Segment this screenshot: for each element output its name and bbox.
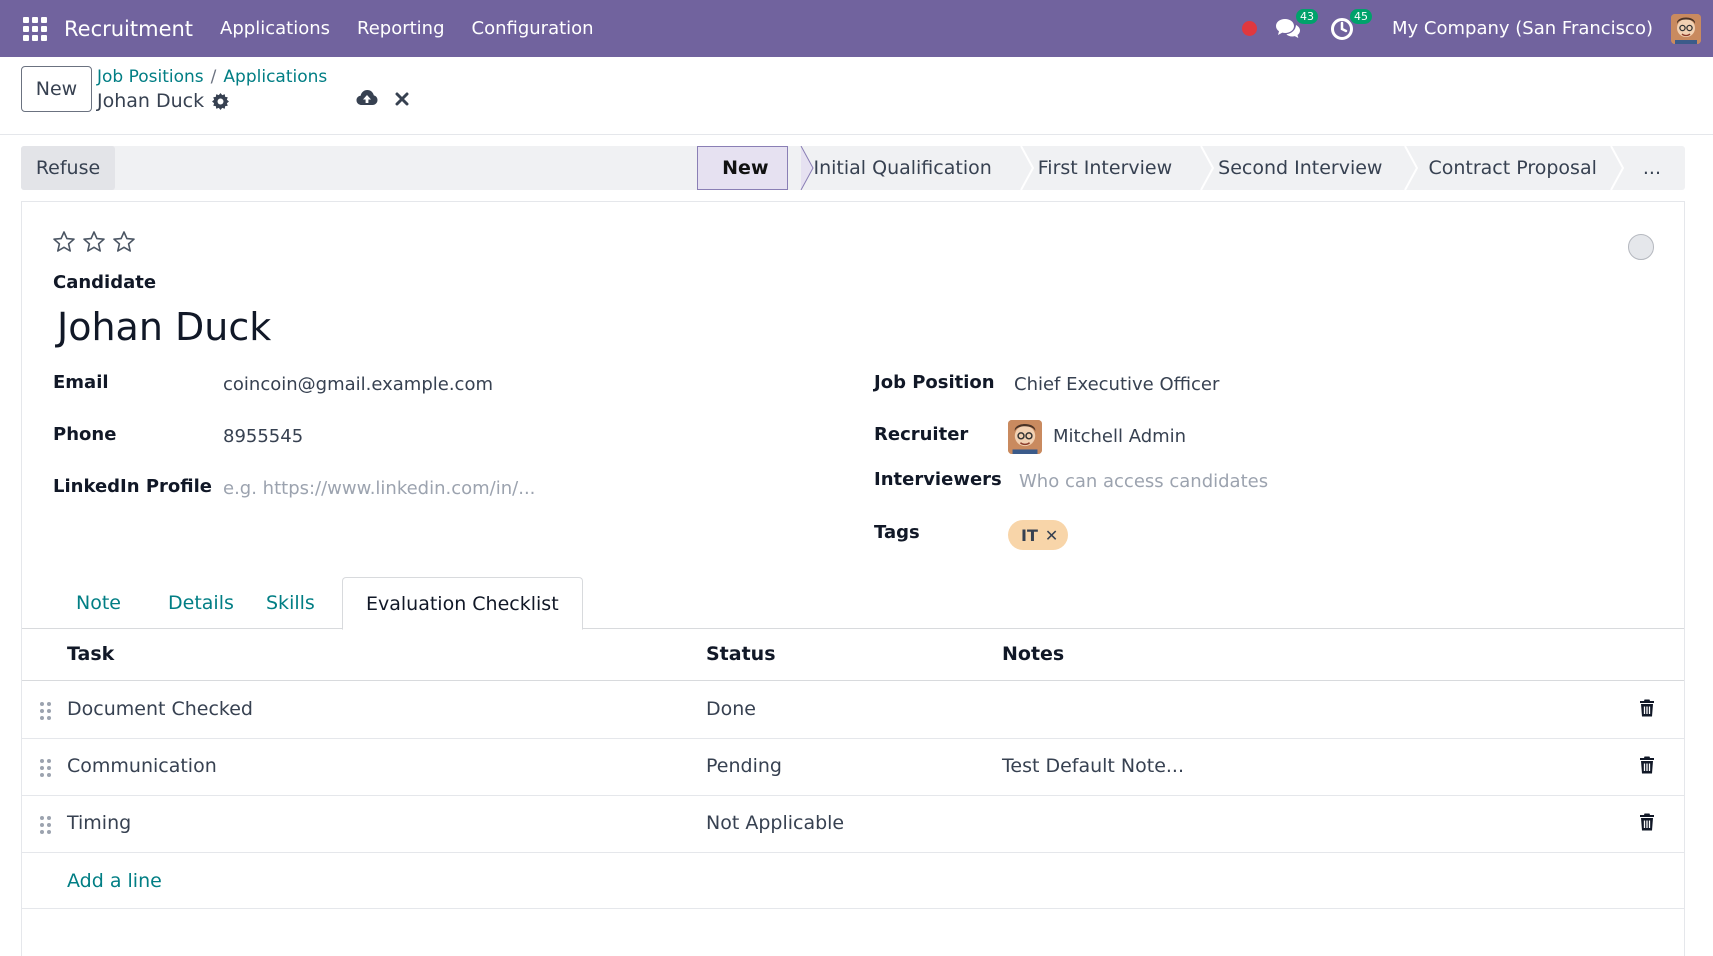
refuse-button[interactable]: Refuse xyxy=(21,146,115,190)
delete-row-trash-icon[interactable] xyxy=(1639,699,1655,721)
drag-handle-icon[interactable] xyxy=(40,759,51,777)
navbar-systray: 43 45 My Company (San Francisco) xyxy=(1242,0,1713,57)
app-name[interactable]: Recruitment xyxy=(64,17,193,41)
delete-row-trash-icon[interactable] xyxy=(1639,756,1655,778)
priority-stars xyxy=(52,230,136,254)
linkedin-field[interactable]: e.g. https://www.linkedin.com/in/... xyxy=(223,478,535,499)
drag-handle-icon[interactable] xyxy=(40,702,51,720)
notebook-tabs: Note Details Skills Evaluation Checklist xyxy=(22,577,1684,630)
row-task: Document Checked xyxy=(67,698,253,720)
save-cloud-icon[interactable] xyxy=(356,89,378,111)
drag-handle-icon[interactable] xyxy=(40,816,51,834)
job-position-label: Job Position xyxy=(874,372,995,393)
messages-badge: 43 xyxy=(1296,8,1319,24)
tab-skills-label: Skills xyxy=(266,592,315,614)
job-position-field[interactable]: Chief Executive Officer xyxy=(1014,374,1219,395)
stage-first-interview-label: First Interview xyxy=(1037,157,1173,179)
row-status: Not Applicable xyxy=(706,812,845,834)
recruiter-avatar-icon xyxy=(1008,420,1042,454)
tab-note[interactable]: Note xyxy=(53,577,144,629)
stage-new-label: New xyxy=(722,157,769,179)
stage-more-label: ... xyxy=(1642,157,1661,179)
email-field[interactable]: coincoin@gmail.example.com xyxy=(223,374,493,395)
record-name: Johan Duck xyxy=(97,90,205,112)
messages-button[interactable]: 43 xyxy=(1274,8,1319,43)
stage-second-interview-label: Second Interview xyxy=(1218,157,1383,179)
stage-initial-qualification[interactable]: Initial Qualification xyxy=(788,146,1012,190)
breadcrumb: Job Positions / Applications xyxy=(97,67,327,87)
recruiter-avatar xyxy=(1008,420,1042,454)
delete-row-trash-icon[interactable] xyxy=(1639,813,1655,835)
menu-applications[interactable]: Applications xyxy=(220,18,330,39)
form-sheet: Candidate Johan Duck Email coincoin@gmai… xyxy=(21,201,1685,956)
list-bottom-divider xyxy=(22,908,1684,909)
star-icon-2[interactable] xyxy=(82,230,106,254)
email-label: Email xyxy=(53,372,109,393)
company-switcher[interactable]: My Company (San Francisco) xyxy=(1392,18,1653,39)
stage-first-interview[interactable]: First Interview xyxy=(1012,146,1192,190)
record-title: Johan Duck xyxy=(97,90,230,112)
top-navbar: Recruitment Applications Reporting Confi… xyxy=(0,0,1713,57)
phone-label: Phone xyxy=(53,424,117,445)
row-status: Pending xyxy=(706,755,782,777)
recruiter-label: Recruiter xyxy=(874,424,969,445)
breadcrumb-applications[interactable]: Applications xyxy=(223,67,327,87)
row-notes: Test Default Note... xyxy=(1002,755,1185,777)
new-button[interactable]: New xyxy=(21,66,92,112)
checklist-header: Task Status Notes xyxy=(22,629,1684,681)
interviewers-field[interactable]: Who can access candidates xyxy=(1019,471,1268,492)
tab-details-label: Details xyxy=(168,592,234,614)
tag-label: IT xyxy=(1021,525,1038,545)
status-bar: Refuse New Initial Qualification First I… xyxy=(21,146,1685,190)
kanban-state-circle[interactable] xyxy=(1628,234,1654,260)
candidate-name-field[interactable]: Johan Duck xyxy=(57,305,271,349)
row-status: Done xyxy=(706,698,756,720)
breadcrumb-separator: / xyxy=(210,67,217,87)
tab-note-label: Note xyxy=(76,592,121,614)
add-line-link[interactable]: Add a line xyxy=(67,870,162,892)
stage-more-dropdown[interactable]: ... xyxy=(1617,146,1685,190)
stage-contract-proposal-label: Contract Proposal xyxy=(1428,157,1597,179)
apps-grid-icon[interactable] xyxy=(23,16,47,41)
tab-evaluation-checklist[interactable]: Evaluation Checklist xyxy=(342,577,583,630)
row-task: Communication xyxy=(67,755,217,777)
linkedin-label: LinkedIn Profile xyxy=(53,476,212,497)
table-row[interactable]: Communication Pending Test Default Note.… xyxy=(22,739,1684,796)
activities-badge: 45 xyxy=(1350,8,1373,24)
menu-configuration[interactable]: Configuration xyxy=(472,18,594,39)
star-icon-3[interactable] xyxy=(112,230,136,254)
stage-contract-proposal[interactable]: Contract Proposal xyxy=(1402,146,1616,190)
menu-reporting[interactable]: Reporting xyxy=(357,18,445,39)
column-status[interactable]: Status xyxy=(706,643,776,665)
recruiter-field[interactable]: Mitchell Admin xyxy=(1053,426,1186,447)
stage-new[interactable]: New xyxy=(697,146,788,190)
tab-evaluation-checklist-label: Evaluation Checklist xyxy=(366,592,559,615)
phone-field[interactable]: 8955545 xyxy=(223,426,303,447)
tags-label: Tags xyxy=(874,522,920,543)
stage-pipeline: New Initial Qualification First Intervie… xyxy=(697,146,1685,190)
recording-dot-icon[interactable] xyxy=(1242,21,1258,36)
remove-tag-icon[interactable]: ✕ xyxy=(1045,526,1058,545)
tag-badge-it: IT ✕ xyxy=(1008,520,1069,550)
column-task[interactable]: Task xyxy=(67,643,114,665)
candidate-label: Candidate xyxy=(53,272,157,293)
discard-close-icon[interactable] xyxy=(395,91,409,110)
table-row[interactable]: Timing Not Applicable xyxy=(22,796,1684,853)
gear-icon[interactable] xyxy=(212,92,230,110)
breadcrumb-job-positions[interactable]: Job Positions xyxy=(97,67,204,87)
user-avatar[interactable] xyxy=(1671,13,1701,44)
row-task: Timing xyxy=(67,812,132,834)
table-row[interactable]: Document Checked Done xyxy=(22,682,1684,739)
stage-initial-qualification-label: Initial Qualification xyxy=(813,157,992,179)
column-notes[interactable]: Notes xyxy=(1002,643,1064,665)
interviewers-label: Interviewers xyxy=(874,469,1002,490)
user-avatar-icon xyxy=(1671,13,1701,44)
stage-second-interview[interactable]: Second Interview xyxy=(1192,146,1402,190)
activities-button[interactable]: 45 xyxy=(1328,8,1373,43)
tab-skills[interactable]: Skills xyxy=(243,577,338,629)
control-panel: New Job Positions / Applications Johan Duc… xyxy=(0,57,1713,135)
tab-details[interactable]: Details xyxy=(145,577,257,629)
star-icon-1[interactable] xyxy=(52,230,76,254)
